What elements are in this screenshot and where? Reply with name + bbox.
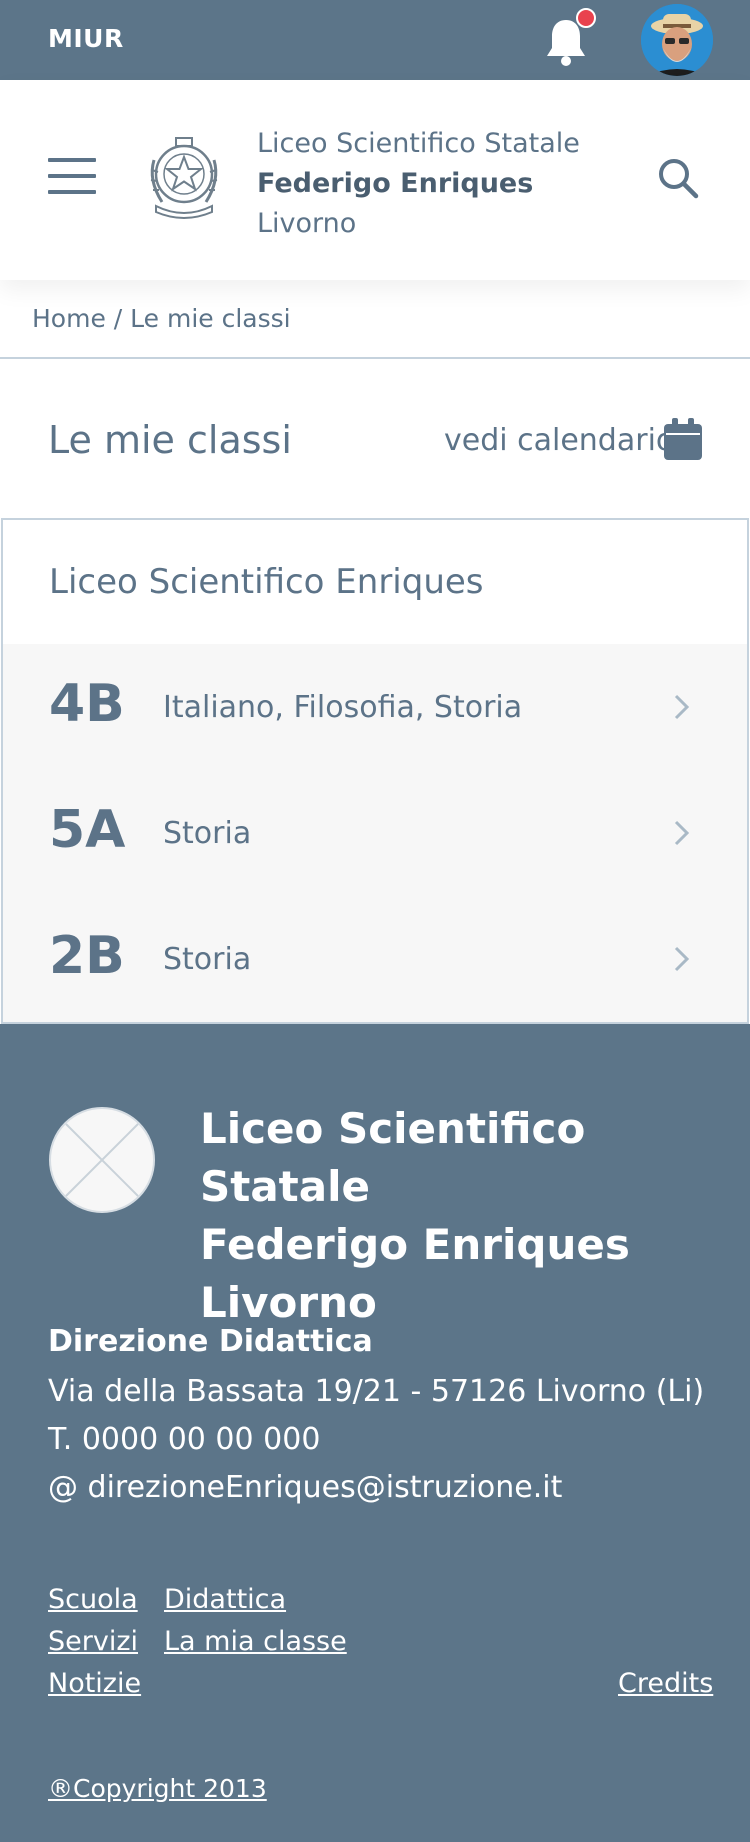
calendar-icon[interactable] bbox=[664, 418, 702, 460]
chevron-right-icon bbox=[674, 820, 690, 846]
class-subjects: Storia bbox=[163, 942, 252, 977]
breadcrumb: Home / Le mie classi bbox=[32, 304, 291, 333]
footer-name-line2: Federigo Enriques bbox=[200, 1220, 630, 1269]
footer-link-credits[interactable]: Credits bbox=[618, 1668, 713, 1699]
footer-school-name: Liceo Scientifico Statale Federigo Enriq… bbox=[200, 1100, 750, 1332]
chevron-right-icon bbox=[674, 694, 690, 720]
class-subjects: Storia bbox=[163, 816, 252, 851]
brand-label[interactable]: MIUR bbox=[48, 24, 124, 53]
page-title: Le mie classi bbox=[48, 418, 292, 462]
menu-icon[interactable] bbox=[48, 158, 96, 194]
class-row[interactable]: 4B Italiano, Filosofia, Storia bbox=[1, 644, 749, 772]
class-code: 5A bbox=[49, 800, 126, 860]
footer-link-notizie[interactable]: Notizie bbox=[48, 1668, 141, 1699]
footer-address: Via della Bassata 19/21 - 57126 Livorno … bbox=[48, 1374, 705, 1409]
school-name[interactable]: Liceo Scientifico Statale Federigo Enriq… bbox=[257, 124, 580, 244]
breadcrumb-current: Le mie classi bbox=[130, 304, 291, 333]
breadcrumb-separator: / bbox=[113, 304, 123, 333]
class-subjects: Italiano, Filosofia, Storia bbox=[163, 690, 523, 725]
footer-name-line1: Liceo Scientifico Statale bbox=[200, 1104, 586, 1211]
footer-link-la-mia-classe[interactable]: La mia classe bbox=[164, 1626, 347, 1657]
class-code: 4B bbox=[49, 674, 125, 734]
school-name-line3: Livorno bbox=[257, 208, 357, 239]
divider bbox=[0, 357, 750, 359]
user-avatar-icon bbox=[641, 4, 713, 76]
site-footer: Liceo Scientifico Statale Federigo Enriq… bbox=[0, 1024, 750, 1842]
placeholder-logo-icon bbox=[49, 1107, 155, 1213]
search-icon[interactable] bbox=[656, 156, 700, 200]
class-row[interactable]: 2B Storia bbox=[1, 896, 749, 1024]
school-name-line1: Liceo Scientifico Statale bbox=[257, 128, 580, 159]
republic-emblem-icon bbox=[150, 137, 218, 219]
school-name-line2: Federigo Enriques bbox=[257, 168, 534, 199]
chevron-right-icon bbox=[674, 946, 690, 972]
school-card-name: Liceo Scientifico Enriques bbox=[49, 562, 484, 602]
notification-dot bbox=[576, 8, 596, 28]
footer-link-didattica[interactable]: Didattica bbox=[164, 1584, 286, 1615]
footer-email[interactable]: @ direzioneEnriques@istruzione.it bbox=[48, 1470, 562, 1505]
footer-link-servizi[interactable]: Servizi bbox=[48, 1626, 138, 1657]
copyright-link[interactable]: ®Copyright 2013 bbox=[48, 1774, 267, 1803]
calendar-link[interactable]: vedi calendario bbox=[444, 423, 674, 458]
site-header: Liceo Scientifico Statale Federigo Enriq… bbox=[0, 80, 750, 280]
breadcrumb-home[interactable]: Home bbox=[32, 304, 106, 333]
top-bar: MIUR bbox=[0, 0, 750, 80]
footer-phone: T. 0000 00 00 000 bbox=[48, 1422, 321, 1457]
avatar[interactable] bbox=[641, 4, 713, 76]
footer-link-scuola[interactable]: Scuola bbox=[48, 1584, 138, 1615]
class-row[interactable]: 5A Storia bbox=[1, 770, 749, 898]
class-code: 2B bbox=[49, 926, 125, 986]
school-card-header: Liceo Scientifico Enriques bbox=[1, 518, 749, 646]
direction-title: Direzione Didattica bbox=[48, 1324, 373, 1359]
